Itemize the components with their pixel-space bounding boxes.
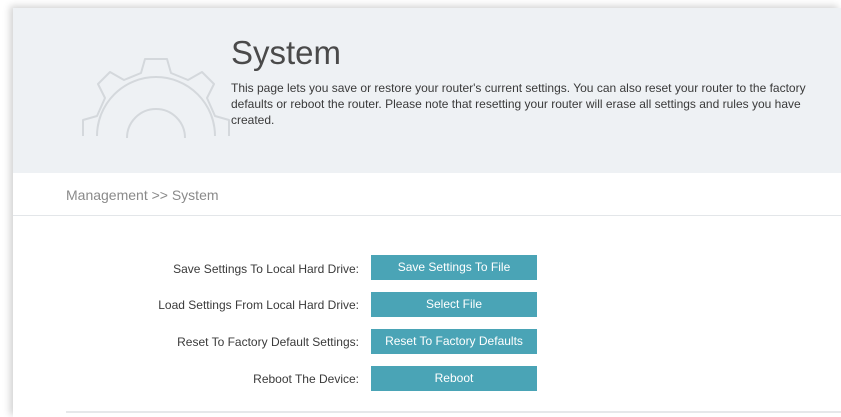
reboot-button[interactable]: Reboot bbox=[371, 366, 537, 391]
select-file-button[interactable]: Select File bbox=[371, 292, 537, 317]
page-description: This page lets you save or restore your … bbox=[231, 81, 806, 127]
gear-icon bbox=[82, 58, 230, 139]
reset-factory-defaults-label: Reset To Factory Default Settings: bbox=[177, 335, 359, 349]
load-settings-label: Load Settings From Local Hard Drive: bbox=[158, 298, 359, 312]
breadcrumb: Management >> System bbox=[66, 187, 219, 203]
page-header: System This page lets you save or restor… bbox=[13, 8, 841, 173]
save-settings-label: Save Settings To Local Hard Drive: bbox=[173, 262, 359, 276]
system-page-frame: System This page lets you save or restor… bbox=[13, 8, 841, 417]
page-title: System bbox=[231, 34, 342, 71]
reset-to-factory-defaults-button[interactable]: Reset To Factory Defaults bbox=[371, 329, 537, 354]
reboot-device-label: Reboot The Device: bbox=[253, 372, 359, 386]
section-divider bbox=[66, 411, 841, 413]
save-settings-to-file-button[interactable]: Save Settings To File bbox=[371, 255, 537, 280]
breadcrumb-bar: Management >> System bbox=[13, 173, 841, 216]
